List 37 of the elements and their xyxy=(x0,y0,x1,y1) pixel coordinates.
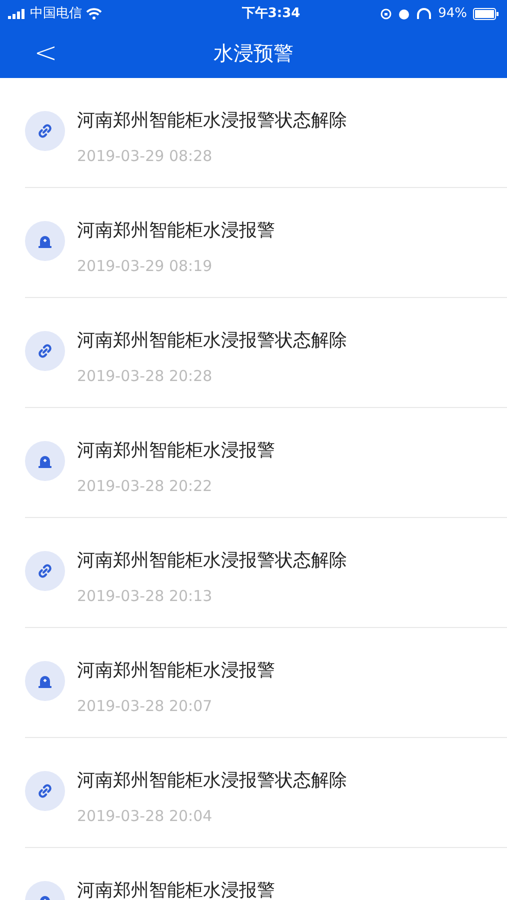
headphones-icon xyxy=(416,8,432,20)
signal-icon xyxy=(8,8,26,18)
page-title: 水浸预警 xyxy=(214,40,294,66)
back-button[interactable]: < xyxy=(34,38,58,66)
alert-time: 2019-03-29 08:19 xyxy=(77,256,214,277)
alert-list-item[interactable]: 河南郑州智能柜水浸报警状态解除 2019-03-28 20:28 xyxy=(0,298,507,408)
alert-title: 河南郑州智能柜水浸报警 xyxy=(77,659,275,683)
alert-time: 2019-03-29 08:28 xyxy=(77,146,214,167)
link-icon xyxy=(36,782,54,800)
alert-title: 河南郑州智能柜水浸报警状态解除 xyxy=(77,329,347,353)
alert-title: 河南郑州智能柜水浸报警 xyxy=(77,879,275,900)
rotation-lock-icon xyxy=(380,8,392,20)
alert-list-item[interactable]: 河南郑州智能柜水浸报警 2019-03-28 20:22 xyxy=(0,408,507,518)
battery-icon xyxy=(473,8,499,20)
link-icon xyxy=(36,562,54,580)
alert-time: 2019-03-28 20:07 xyxy=(77,696,214,717)
alert-list-item[interactable]: 河南郑州智能柜水浸报警 xyxy=(0,848,507,900)
carrier-name: 中国电信 xyxy=(30,4,82,23)
alert-title: 河南郑州智能柜水浸报警 xyxy=(77,219,275,243)
alert-list-item[interactable]: 河南郑州智能柜水浸报警状态解除 2019-03-29 08:28 xyxy=(0,78,507,188)
link-icon xyxy=(36,122,54,140)
alert-title: 河南郑州智能柜水浸报警状态解除 xyxy=(77,549,347,573)
alert-list-item[interactable]: 河南郑州智能柜水浸报警状态解除 2019-03-28 20:04 xyxy=(0,738,507,848)
clock-time: 下午3:34 xyxy=(242,4,300,23)
alert-list-item[interactable]: 河南郑州智能柜水浸报警 2019-03-29 08:19 xyxy=(0,188,507,298)
alert-time: 2019-03-28 20:22 xyxy=(77,476,214,497)
wifi-icon xyxy=(86,8,102,20)
alert-time: 2019-03-28 20:13 xyxy=(77,586,214,607)
alert-time: 2019-03-28 20:04 xyxy=(77,806,214,827)
alert-list-item[interactable]: 河南郑州智能柜水浸报警状态解除 2019-03-28 20:13 xyxy=(0,518,507,628)
alert-time: 2019-03-28 20:28 xyxy=(77,366,214,387)
alert-title: 河南郑州智能柜水浸报警状态解除 xyxy=(77,109,347,133)
battery-percent: 94% xyxy=(438,4,467,23)
alert-title: 河南郑州智能柜水浸报警 xyxy=(77,439,275,463)
alert-list-item[interactable]: 河南郑州智能柜水浸报警 2019-03-28 20:07 xyxy=(0,628,507,738)
alert-title: 河南郑州智能柜水浸报警状态解除 xyxy=(77,769,347,793)
link-icon xyxy=(36,342,54,360)
